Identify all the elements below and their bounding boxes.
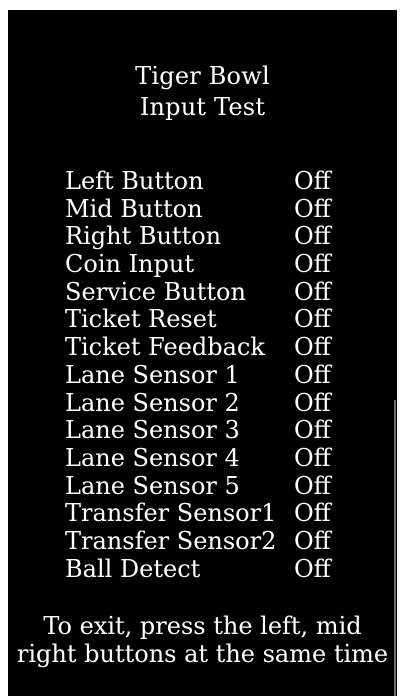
- input-row-left-button: Left Button Off: [65, 167, 365, 196]
- input-state: Off: [294, 443, 331, 472]
- input-test-screen: Tiger Bowl Input Test Left Button Off Mi…: [8, 10, 397, 696]
- input-row-right-button: Right Button Off: [65, 223, 365, 251]
- exit-instructions-line-2: right buttons at the same time: [16, 640, 389, 668]
- input-label: Ticket Reset: [65, 305, 217, 334]
- input-row-mid-button: Mid Button Off: [65, 194, 365, 224]
- input-row-lane-sensor-1: Lane Sensor 1 Off: [65, 360, 365, 390]
- input-label: Ticket Feedback: [65, 333, 265, 362]
- input-label: Mid Button: [65, 194, 203, 223]
- input-label: Coin Input: [65, 250, 194, 279]
- input-state: Off: [294, 526, 331, 555]
- input-state: Off: [294, 416, 331, 445]
- input-label: Lane Sensor 5: [65, 471, 240, 500]
- input-row-transfer-sensor-1: Transfer Sensor1 Off: [65, 500, 365, 528]
- input-state: Off: [294, 194, 331, 223]
- input-label: Lane Sensor 1: [65, 360, 240, 389]
- input-row-ticket-reset: Ticket Reset Off: [65, 306, 365, 334]
- input-row-coin-input: Coin Input Off: [65, 250, 365, 279]
- input-label: Lane Sensor 4: [65, 443, 240, 472]
- input-state: Off: [294, 277, 331, 306]
- input-label: Transfer Sensor1: [65, 499, 277, 528]
- input-label: Transfer Sensor2: [65, 526, 277, 555]
- input-state: Off: [294, 471, 331, 500]
- input-state: Off: [294, 333, 331, 362]
- screen-title: Input Test: [139, 93, 266, 121]
- game-title: Tiger Bowl: [135, 62, 270, 90]
- input-label: Ball Detect: [65, 554, 201, 583]
- input-state: Off: [294, 167, 331, 195]
- input-state: Off: [294, 222, 331, 251]
- input-row-ball-detect: Ball Detect Off: [65, 554, 365, 584]
- input-row-lane-sensor-4: Lane Sensor 4 Off: [65, 443, 365, 473]
- input-state: Off: [294, 554, 331, 583]
- input-label: Right Button: [65, 222, 222, 251]
- input-row-ticket-feedback: Ticket Feedback Off: [65, 333, 365, 362]
- input-label: Left Button: [65, 167, 204, 195]
- input-state: Off: [294, 499, 331, 528]
- input-row-transfer-sensor-2: Transfer Sensor2 Off: [65, 526, 365, 556]
- input-row-lane-sensor-2: Lane Sensor 2 Off: [65, 388, 365, 418]
- input-state: Off: [294, 250, 331, 279]
- screen-edge-divider: [394, 400, 396, 696]
- input-label: Lane Sensor 2: [65, 388, 240, 417]
- input-label: Lane Sensor 3: [65, 416, 240, 445]
- input-row-lane-sensor-3: Lane Sensor 3 Off: [65, 416, 365, 445]
- input-row-service-button: Service Button Off: [65, 277, 365, 307]
- input-status-list: Left Button Off Mid Button Off Right But…: [65, 167, 365, 584]
- input-row-lane-sensor-5: Lane Sensor 5 Off: [65, 471, 365, 501]
- input-state: Off: [294, 388, 331, 417]
- exit-instructions-line-1: To exit, press the left, mid: [43, 612, 362, 640]
- input-state: Off: [294, 360, 331, 389]
- input-label: Service Button: [65, 277, 246, 306]
- input-state: Off: [294, 305, 331, 334]
